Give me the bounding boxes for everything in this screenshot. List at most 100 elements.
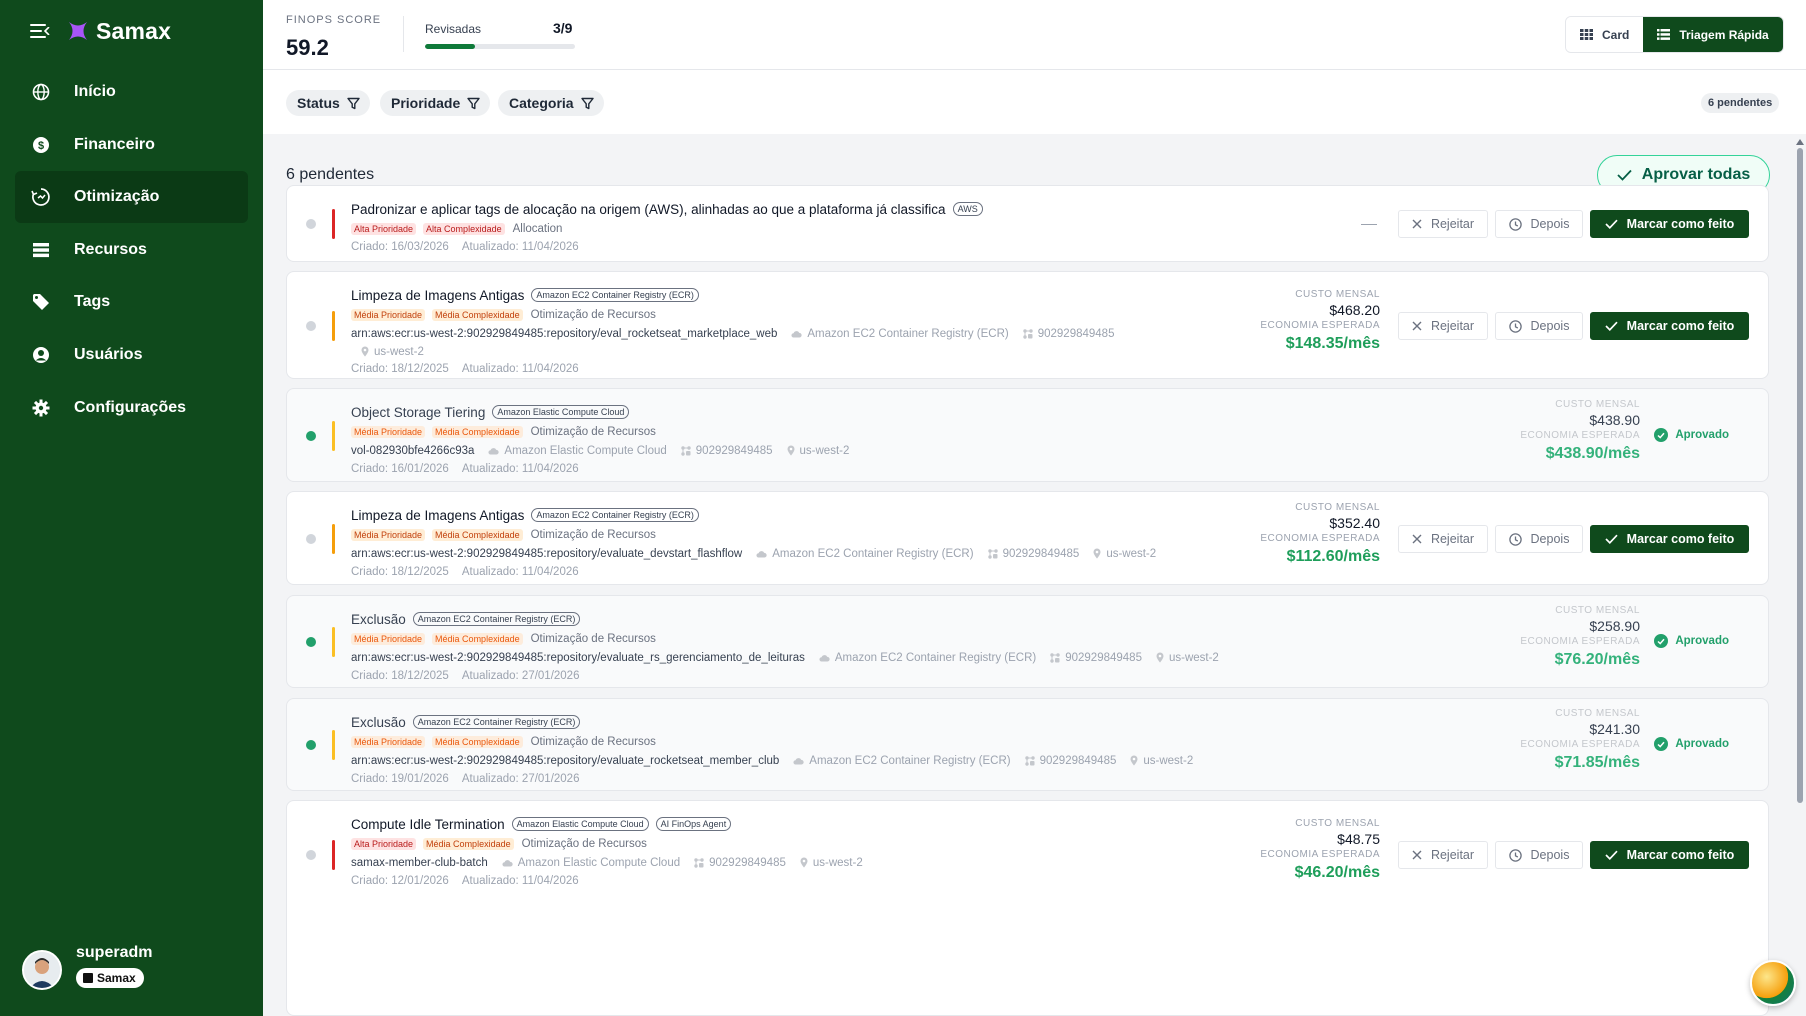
mark-done-button[interactable]: Marcar como feito bbox=[1590, 525, 1749, 553]
monthly-cost-value: $48.75 bbox=[1337, 831, 1380, 847]
resource-service: Amazon Elastic Compute Cloud bbox=[488, 445, 667, 457]
title-line: Compute Idle Termination Amazon Elastic C… bbox=[351, 814, 877, 834]
selection-dot[interactable] bbox=[306, 321, 316, 331]
recommendation-title[interactable]: Limpeza de Imagens Antigas bbox=[351, 288, 524, 303]
later-button[interactable]: Depois bbox=[1495, 210, 1583, 238]
assistant-bubble[interactable] bbox=[1750, 960, 1796, 1006]
mark-done-button[interactable]: Marcar como feito bbox=[1590, 210, 1749, 238]
updated-date: Atualizado: 11/04/2026 bbox=[461, 362, 579, 375]
scrollbar[interactable] bbox=[1793, 134, 1806, 1016]
resource-account: 902929849485 bbox=[987, 548, 1079, 560]
priority-accent-bar bbox=[332, 524, 335, 554]
resource-account: 902929849485 bbox=[681, 445, 773, 457]
resource-region: us-west-2 bbox=[787, 445, 849, 457]
expected-savings-label: ECONOMIA ESPERADA bbox=[1520, 739, 1640, 750]
updated-date: Atualizado: 11/04/2026 bbox=[461, 874, 579, 887]
filter-category[interactable]: Categoria bbox=[498, 90, 604, 116]
sidebar-item-usuarios[interactable]: Usuários bbox=[15, 329, 248, 381]
recommendation-title[interactable]: Padronizar e aplicar tags de alocação na… bbox=[351, 202, 946, 217]
later-button[interactable]: Depois bbox=[1495, 841, 1583, 869]
reject-button[interactable]: Rejeitar bbox=[1398, 841, 1488, 869]
view-triage-button[interactable]: Triagem Rápida bbox=[1643, 17, 1783, 52]
close-icon bbox=[1412, 850, 1422, 860]
monthly-cost-value: $258.90 bbox=[1589, 618, 1640, 634]
location-icon bbox=[800, 857, 808, 868]
selection-dot[interactable] bbox=[306, 534, 316, 544]
filter-priority[interactable]: Prioridade bbox=[380, 90, 491, 116]
user-profile[interactable]: superadm Samax bbox=[22, 938, 152, 990]
resource-id: arn:aws:ecr:us-west-2:902929849485:repos… bbox=[351, 651, 805, 664]
created-date: Criado: 18/12/2025 bbox=[351, 669, 449, 682]
location-icon bbox=[1130, 755, 1138, 766]
resource-account: 902929849485 bbox=[694, 857, 786, 869]
sidebar-item-label: Configurações bbox=[74, 398, 187, 416]
org-badge[interactable]: Samax bbox=[76, 968, 144, 988]
cost-metrics: CUSTO MENSAL $241.30 ECONOMIA ESPERADA $71.… bbox=[1520, 707, 1640, 773]
resource-account: 902929849485 bbox=[1023, 328, 1114, 340]
priority-accent-bar bbox=[332, 627, 335, 657]
recommendation-title[interactable]: Limpeza de Imagens Antigas bbox=[351, 508, 524, 523]
recommendation-card: Exclusão Amazon EC2 Container Registry (E… bbox=[286, 698, 1769, 791]
check-icon bbox=[1657, 638, 1665, 645]
meta-line: Média Prioridade Média Complexidade Otimiz… bbox=[351, 629, 1233, 648]
filter-category-label: Categoria bbox=[509, 95, 574, 111]
cost-metrics: CUSTO MENSAL $258.90 ECONOMIA ESPERADA $76.… bbox=[1520, 604, 1640, 670]
selection-dot[interactable] bbox=[306, 850, 316, 860]
sidebar-item-inicio[interactable]: Início bbox=[15, 66, 248, 118]
recommendation-title[interactable]: Compute Idle Termination bbox=[351, 817, 505, 832]
mark-done-button[interactable]: Marcar como feito bbox=[1590, 312, 1749, 340]
mark-done-button[interactable]: Marcar como feito bbox=[1590, 841, 1749, 869]
reject-button[interactable]: Rejeitar bbox=[1398, 525, 1488, 553]
category-label: Otimização de Recursos bbox=[530, 632, 656, 645]
created-date: Criado: 18/12/2025 bbox=[351, 362, 449, 375]
later-button[interactable]: Depois bbox=[1495, 525, 1583, 553]
expected-savings-value: $148.35/mês bbox=[1285, 335, 1380, 352]
cost-metrics: CUSTO MENSAL $438.90 ECONOMIA ESPERADA $438… bbox=[1520, 398, 1640, 464]
resource-service: Amazon Elastic Compute Cloud bbox=[502, 857, 680, 869]
cloud-icon bbox=[488, 447, 500, 454]
resource-region: us-west-2 bbox=[1156, 652, 1219, 664]
expected-savings-label: ECONOMIA ESPERADA bbox=[1520, 430, 1640, 441]
sidebar-item-recursos[interactable]: Recursos bbox=[15, 224, 248, 276]
meta-line: Alta Prioridade Alta Complexidade Allocati… bbox=[351, 219, 983, 238]
grid-icon bbox=[1580, 29, 1593, 40]
category-label: Allocation bbox=[512, 222, 563, 235]
clock-icon bbox=[1508, 319, 1522, 333]
sidebar-item-configuracoes[interactable]: Configurações bbox=[15, 382, 248, 434]
recommendation-title[interactable]: Object Storage Tiering bbox=[351, 405, 485, 420]
sidebar: Samax Início $ Financeiro Otimização Rec… bbox=[0, 0, 263, 1016]
scrollbar-thumb[interactable] bbox=[1797, 148, 1803, 803]
recommendation-title[interactable]: Exclusão bbox=[351, 715, 406, 730]
scroll-up-arrow[interactable] bbox=[1796, 139, 1804, 145]
list-icon bbox=[31, 240, 51, 260]
monthly-cost-value: $438.90 bbox=[1589, 412, 1640, 428]
resource-id: vol-082930bfe4266c93a bbox=[351, 444, 475, 457]
later-button[interactable]: Depois bbox=[1495, 312, 1583, 340]
recommendation-card: Limpeza de Imagens Antigas Amazon EC2 Con… bbox=[286, 491, 1769, 585]
view-toggle: Card Triagem Rápida bbox=[1565, 16, 1784, 53]
priority-badge: Média Prioridade bbox=[351, 632, 426, 645]
sidebar-item-tags[interactable]: Tags bbox=[15, 276, 248, 328]
complexity-badge: Média Complexidade bbox=[432, 632, 523, 645]
filter-status[interactable]: Status bbox=[286, 90, 370, 116]
menu-collapse-icon[interactable] bbox=[30, 23, 50, 39]
selection-dot[interactable] bbox=[306, 219, 316, 229]
expected-savings-value: $71.85/mês bbox=[1554, 754, 1640, 771]
sidebar-item-financeiro[interactable]: $ Financeiro bbox=[15, 119, 248, 171]
created-date: Criado: 19/01/2026 bbox=[351, 772, 449, 785]
dates-line: Criado: 18/12/2025 Atualizado: 11/04/2026 bbox=[351, 563, 1170, 580]
reject-button[interactable]: Rejeitar bbox=[1398, 210, 1488, 238]
view-card-button[interactable]: Card bbox=[1566, 17, 1644, 52]
card-actions: Rejeitar Depois Marcar como feito bbox=[1391, 525, 1749, 553]
reject-button[interactable]: Rejeitar bbox=[1398, 312, 1488, 340]
user-icon bbox=[31, 345, 51, 365]
filter-priority-label: Prioridade bbox=[391, 95, 461, 111]
complexity-badge: Média Complexidade bbox=[423, 837, 514, 850]
sidebar-item-otimizacao[interactable]: Otimização bbox=[15, 171, 248, 224]
recommendation-title[interactable]: Exclusão bbox=[351, 612, 406, 627]
approved-status-dot[interactable] bbox=[306, 431, 316, 441]
monthly-cost-label: CUSTO MENSAL bbox=[1555, 399, 1640, 410]
approved-status-dot[interactable] bbox=[306, 637, 316, 647]
gear-icon bbox=[31, 398, 51, 418]
approved-status-dot[interactable] bbox=[306, 740, 316, 750]
